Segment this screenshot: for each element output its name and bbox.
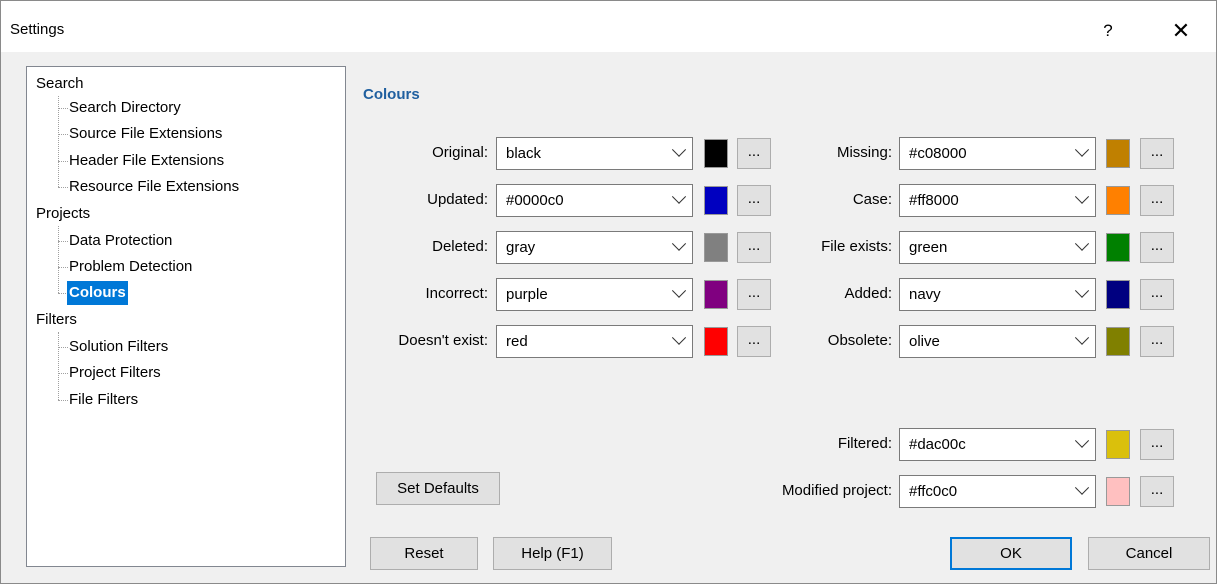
tree-connector	[58, 226, 59, 293]
updated-colour-swatch	[704, 186, 728, 215]
original-colour-pick-button[interactable]: ...	[737, 138, 771, 169]
updated-colour-pick-button[interactable]: ...	[737, 185, 771, 216]
help-icon[interactable]: ?	[1090, 14, 1126, 48]
modified-project-label: Modified project:	[781, 482, 892, 499]
chevron-down-icon	[1074, 433, 1090, 448]
doesnt-exist-colour-pick-button[interactable]: ...	[737, 326, 771, 357]
modified-project-colour-select[interactable]: #ffc0c0	[899, 475, 1096, 508]
updated-colour-select[interactable]: #0000c0	[496, 184, 693, 217]
incorrect-colour-swatch	[704, 280, 728, 309]
case-colour-pick-button[interactable]: ...	[1140, 185, 1174, 216]
missing-colour-pick-button[interactable]: ...	[1140, 138, 1174, 169]
original-colour-select[interactable]: black	[496, 137, 693, 170]
obsolete-colour-swatch	[1106, 327, 1130, 356]
added-colour-select[interactable]: navy	[899, 278, 1096, 311]
missing-label: Missing:	[836, 144, 892, 161]
file-exists-colour-pick-button[interactable]: ...	[1140, 232, 1174, 263]
modified-project-colour-pick-button[interactable]: ...	[1140, 476, 1174, 507]
added-colour-pick-button[interactable]: ...	[1140, 279, 1174, 310]
close-icon[interactable]: ✕	[1160, 14, 1202, 48]
obsolete-colour-pick-button[interactable]: ...	[1140, 326, 1174, 357]
tree-connector	[58, 96, 59, 187]
deleted-colour-pick-button[interactable]: ...	[737, 232, 771, 263]
chevron-down-icon	[1074, 142, 1090, 157]
doesnt-exist-colour-select[interactable]: red	[496, 325, 693, 358]
tree-item-file-filters[interactable]: File Filters	[67, 388, 140, 412]
added-colour-swatch	[1106, 280, 1130, 309]
modified-project-colour-swatch	[1106, 477, 1130, 506]
chevron-down-icon	[671, 283, 687, 298]
tree-item-resource-file-extensions[interactable]: Resource File Extensions	[67, 175, 241, 199]
filtered-label: Filtered:	[837, 435, 892, 452]
incorrect-colour-pick-button[interactable]: ...	[737, 279, 771, 310]
missing-colour-swatch	[1106, 139, 1130, 168]
reset-button[interactable]: Reset	[370, 537, 478, 570]
tree-connector	[58, 332, 59, 400]
file-exists-colour-swatch	[1106, 233, 1130, 262]
tree-item-search-directory[interactable]: Search Directory	[67, 96, 183, 120]
tree-item-filters[interactable]: Filters	[36, 308, 77, 332]
chevron-down-icon	[1074, 236, 1090, 251]
chevron-down-icon	[671, 142, 687, 157]
doesnt-exist-label: Doesn't exist:	[398, 332, 488, 349]
case-colour-select[interactable]: #ff8000	[899, 184, 1096, 217]
doesnt-exist-colour-swatch	[704, 327, 728, 356]
updated-label: Updated:	[427, 191, 488, 208]
case-label: Case:	[852, 191, 892, 208]
set-defaults-button[interactable]: Set Defaults	[376, 472, 500, 505]
section-title: Colours	[363, 86, 420, 103]
deleted-colour-swatch	[704, 233, 728, 262]
ok-button[interactable]: OK	[950, 537, 1072, 570]
obsolete-label: Obsolete:	[827, 332, 892, 349]
original-colour-swatch	[704, 139, 728, 168]
tree-item-project-filters[interactable]: Project Filters	[67, 361, 163, 385]
help-button[interactable]: Help (F1)	[493, 537, 612, 570]
window-title: Settings	[10, 21, 65, 38]
chevron-down-icon	[671, 236, 687, 251]
title-bar: Settings ? ✕	[0, 0, 1217, 52]
tree-item-solution-filters[interactable]: Solution Filters	[67, 335, 170, 359]
settings-tree[interactable]: Search Search Directory Source File Exte…	[26, 66, 346, 567]
tree-item-header-file-extensions[interactable]: Header File Extensions	[67, 149, 226, 173]
file-exists-label: File exists:	[821, 238, 892, 255]
chevron-down-icon	[671, 189, 687, 204]
chevron-down-icon	[1074, 330, 1090, 345]
tree-item-source-file-extensions[interactable]: Source File Extensions	[67, 122, 224, 146]
original-label: Original:	[432, 144, 488, 161]
filtered-colour-select[interactable]: #dac00c	[899, 428, 1096, 461]
chevron-down-icon	[1074, 480, 1090, 495]
incorrect-colour-select[interactable]: purple	[496, 278, 693, 311]
added-label: Added:	[844, 285, 892, 302]
case-colour-swatch	[1106, 186, 1130, 215]
filtered-colour-swatch	[1106, 430, 1130, 459]
incorrect-label: Incorrect:	[425, 285, 488, 302]
cancel-button[interactable]: Cancel	[1088, 537, 1210, 570]
obsolete-colour-select[interactable]: olive	[899, 325, 1096, 358]
tree-item-projects[interactable]: Projects	[36, 202, 90, 226]
deleted-label: Deleted:	[432, 238, 488, 255]
tree-item-search[interactable]: Search	[36, 72, 84, 96]
deleted-colour-select[interactable]: gray	[496, 231, 693, 264]
tree-item-data-protection[interactable]: Data Protection	[67, 229, 174, 253]
file-exists-colour-select[interactable]: green	[899, 231, 1096, 264]
chevron-down-icon	[1074, 283, 1090, 298]
missing-colour-select[interactable]: #c08000	[899, 137, 1096, 170]
tree-item-colours[interactable]: Colours	[67, 281, 128, 305]
chevron-down-icon	[1074, 189, 1090, 204]
filtered-colour-pick-button[interactable]: ...	[1140, 429, 1174, 460]
tree-item-problem-detection[interactable]: Problem Detection	[67, 255, 194, 279]
chevron-down-icon	[671, 330, 687, 345]
